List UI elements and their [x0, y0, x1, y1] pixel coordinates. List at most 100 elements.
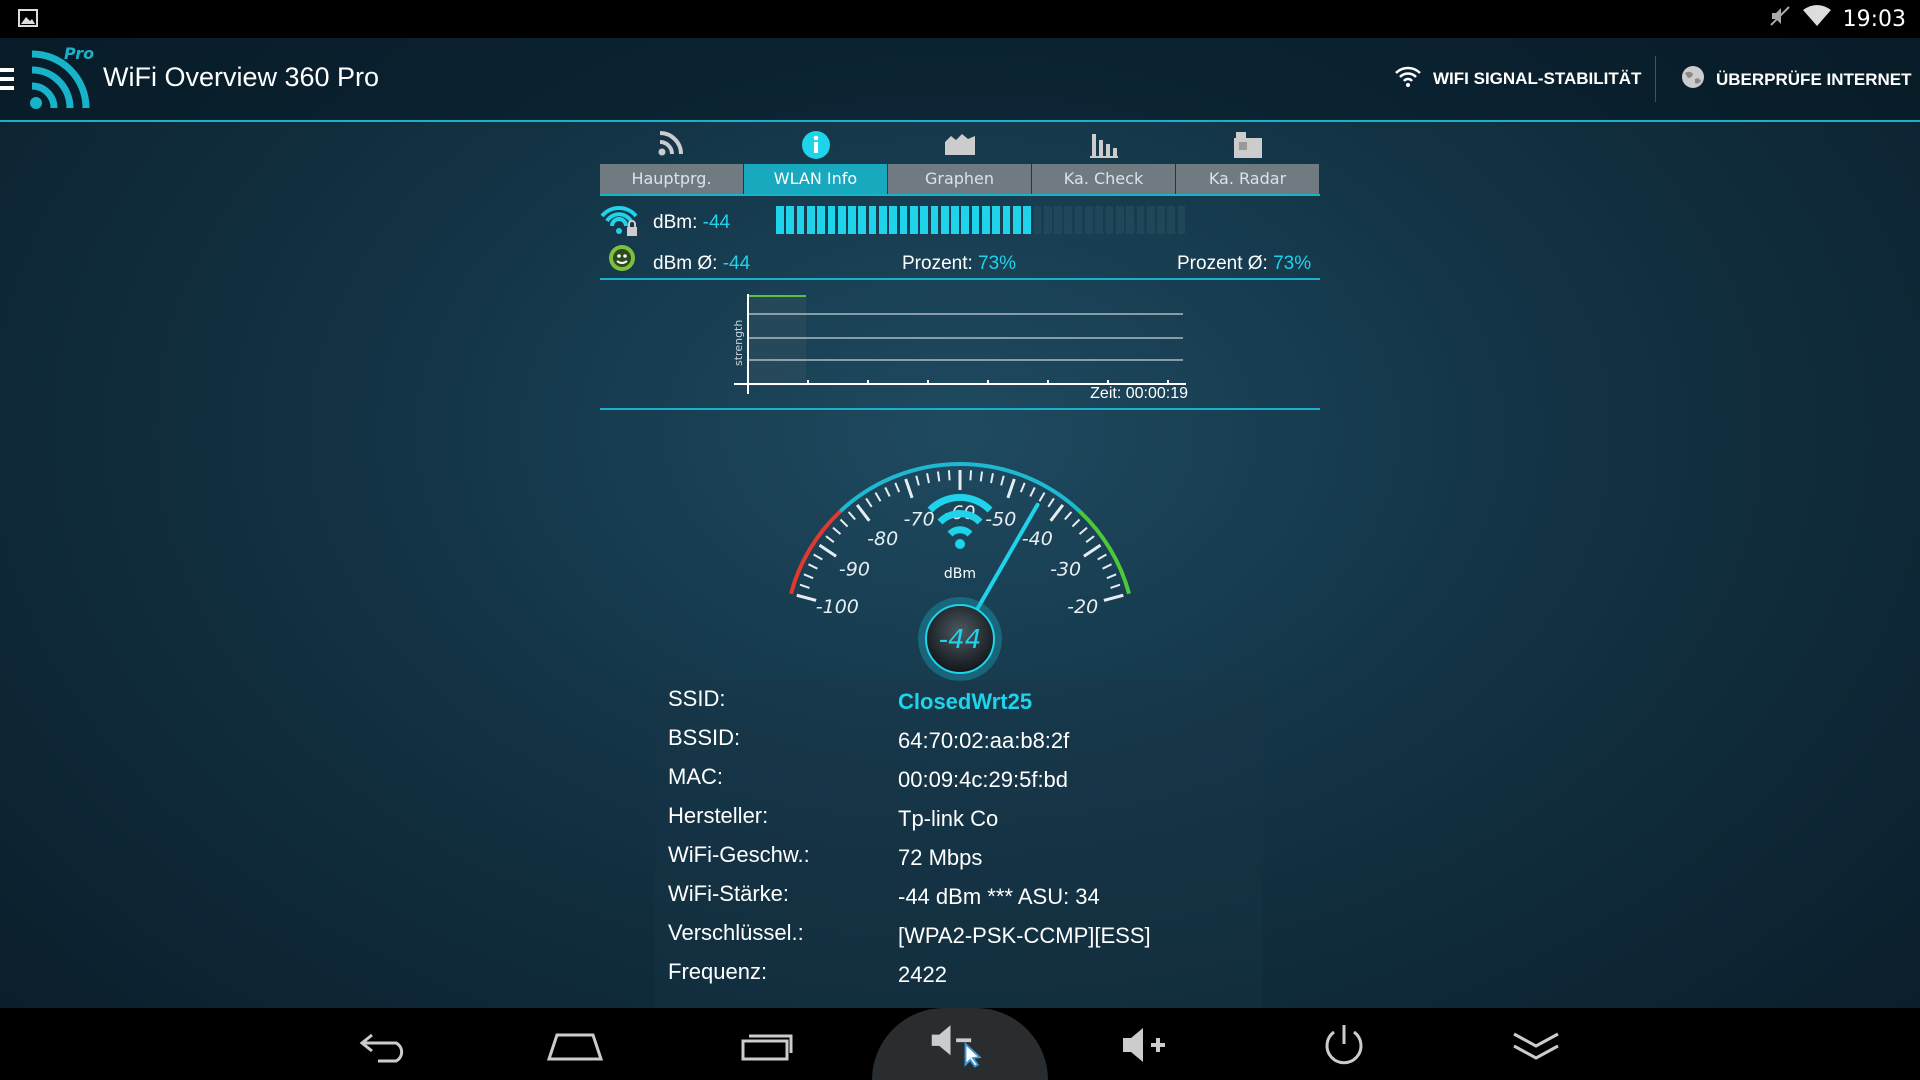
info-label: BSSID: — [668, 725, 741, 750]
gauge-minor-tick — [1047, 497, 1055, 508]
gauge-minor-tick — [1071, 518, 1081, 528]
info-value: Tp-link Co — [898, 806, 999, 831]
signal-bar-segment-empty — [1146, 206, 1155, 234]
tab-wlan-info[interactable]: WLAN Info — [744, 124, 887, 194]
area-chart-icon — [944, 130, 976, 160]
gauge-unit: dBm — [944, 566, 976, 582]
gauge-minor-tick — [1106, 573, 1117, 580]
signal-bar-segment-filled — [827, 206, 836, 234]
info-label: Verschlüssel.: — [668, 920, 804, 945]
gauge-value: -44 — [939, 625, 981, 655]
back-icon — [359, 1033, 404, 1063]
check-internet-button[interactable]: ÜBERPRÜFE INTERNET — [1680, 64, 1912, 95]
gauge-minor-tick — [874, 492, 882, 502]
gauge-major-tick — [1049, 504, 1065, 522]
android-avatar-icon — [608, 244, 636, 276]
gauge-major-tick — [904, 478, 914, 499]
wifi-stability-label: WIFI SIGNAL-STABILITÄT — [1433, 68, 1642, 88]
clock: 19:03 — [1842, 6, 1906, 32]
signal-bar-segment-filled — [868, 206, 877, 234]
strength-history-graph: strength Zeit: 00:00:19 — [732, 294, 1188, 402]
percent-average-value: 73% — [1273, 253, 1312, 274]
tabs-separator — [600, 194, 1320, 196]
hide-navbar-button[interactable] — [1506, 1020, 1566, 1072]
signal-bar-segment-empty — [1136, 206, 1145, 234]
gauge-minor-tick — [926, 473, 930, 484]
gauge-minor-tick — [936, 471, 941, 482]
gauge-minor-tick — [915, 475, 920, 486]
signal-bar-segment-filled — [961, 206, 970, 234]
volume-up-button[interactable] — [1118, 1020, 1178, 1072]
wifi-lock-icon — [600, 205, 640, 242]
gauge-minor-tick — [807, 563, 818, 570]
gauge-tick-label: -30 — [1050, 558, 1081, 580]
gauge-minor-tick — [979, 471, 984, 482]
tab-label: WLAN Info — [744, 164, 887, 194]
power-button[interactable] — [1314, 1018, 1374, 1070]
signal-bar-segment-filled — [1012, 206, 1021, 234]
gauge-minor-tick — [803, 573, 814, 580]
signal-separator — [600, 278, 1320, 280]
tab-hauptprg[interactable]: Hauptprg. — [600, 124, 743, 194]
gauge-tick-label: -70 — [904, 509, 935, 531]
info-label: Frequenz: — [668, 959, 768, 984]
signal-bar-segment-filled — [982, 206, 990, 234]
graph-time-label: Zeit: 00:00:19 — [1090, 385, 1188, 402]
signal-strength-bar — [776, 206, 1188, 234]
gauge-minor-tick — [1102, 563, 1113, 570]
gauge-minor-tick — [799, 583, 810, 589]
wifi-stability-button[interactable]: WIFI SIGNAL-STABILITÄT — [1393, 64, 1641, 93]
info-value: 2422 — [898, 962, 947, 987]
gauge-tick-label: -80 — [867, 528, 898, 550]
signal-bar-segment-filled — [992, 206, 1001, 234]
signal-gauge: -100-90-80-70 -60 -50-40-30-20 dBm -44 — [789, 462, 1131, 681]
tab-ka-check[interactable]: Ka. Check — [1032, 124, 1175, 194]
info-value: 00:09:4c:29:5f:bd — [898, 767, 1069, 792]
volume-down-button[interactable] — [928, 1018, 988, 1070]
gauge-tick-label: -50 — [985, 509, 1016, 531]
tab-ka-radar[interactable]: Ka. Radar — [1176, 124, 1319, 194]
info-value: 72 Mbps — [898, 845, 983, 870]
tab-label: Graphen — [888, 164, 1031, 194]
recent-apps-button[interactable] — [738, 1020, 798, 1072]
signal-bar-segment-filled — [806, 206, 815, 234]
signal-bar-segment-empty — [1105, 206, 1114, 234]
tab-label: Hauptprg. — [600, 164, 743, 194]
action-divider — [1655, 56, 1656, 102]
signal-bar-segment-empty — [1115, 206, 1124, 234]
dbm-value: -44 — [702, 212, 731, 233]
gauge-minor-tick — [825, 535, 835, 544]
gauge-minor-tick — [884, 486, 891, 497]
tab-graphen[interactable]: Graphen — [888, 124, 1031, 194]
signal-bar-segment-filled — [930, 206, 939, 234]
check-internet-label: ÜBERPRÜFE INTERNET — [1716, 69, 1912, 89]
info-label: SSID: — [668, 686, 726, 711]
percent-row: Prozent: 73% — [902, 253, 1016, 275]
tab-label: Ka. Radar — [1176, 164, 1319, 194]
dbm-row: dBm: -44 — [653, 212, 730, 234]
gauge-minor-tick — [1110, 583, 1121, 589]
info-value: ClosedWrt25 — [898, 689, 1033, 714]
signal-bar-segment-filled — [951, 206, 959, 234]
dbm-average-label: dBm Ø: — [653, 253, 718, 274]
volume-up-icon — [1123, 1028, 1165, 1062]
globe-icon — [1680, 64, 1706, 95]
gauge-major-tick — [818, 543, 837, 558]
percent-average-label: Prozent Ø: — [1177, 253, 1268, 274]
graph-ylabel: strength — [732, 320, 745, 366]
gauge-minor-tick — [847, 511, 856, 521]
signal-bar-segment-filled — [899, 206, 908, 234]
home-button[interactable] — [545, 1020, 605, 1072]
graph-separator — [600, 408, 1320, 410]
gauge-minor-tick — [894, 482, 901, 493]
gauge-minor-tick — [813, 553, 823, 561]
info-value: 64:70:02:aa:b8:2f — [898, 728, 1070, 753]
back-button[interactable] — [354, 1020, 414, 1072]
menu-icon[interactable] — [0, 68, 14, 95]
mute-icon — [1769, 5, 1791, 33]
gauge-major-tick — [855, 504, 871, 522]
signal-bar-segment-filled — [858, 206, 867, 234]
signal-bar-segment-empty — [1033, 206, 1042, 234]
gauge-minor-tick — [865, 497, 873, 508]
gauge-minor-tick — [1085, 535, 1095, 544]
